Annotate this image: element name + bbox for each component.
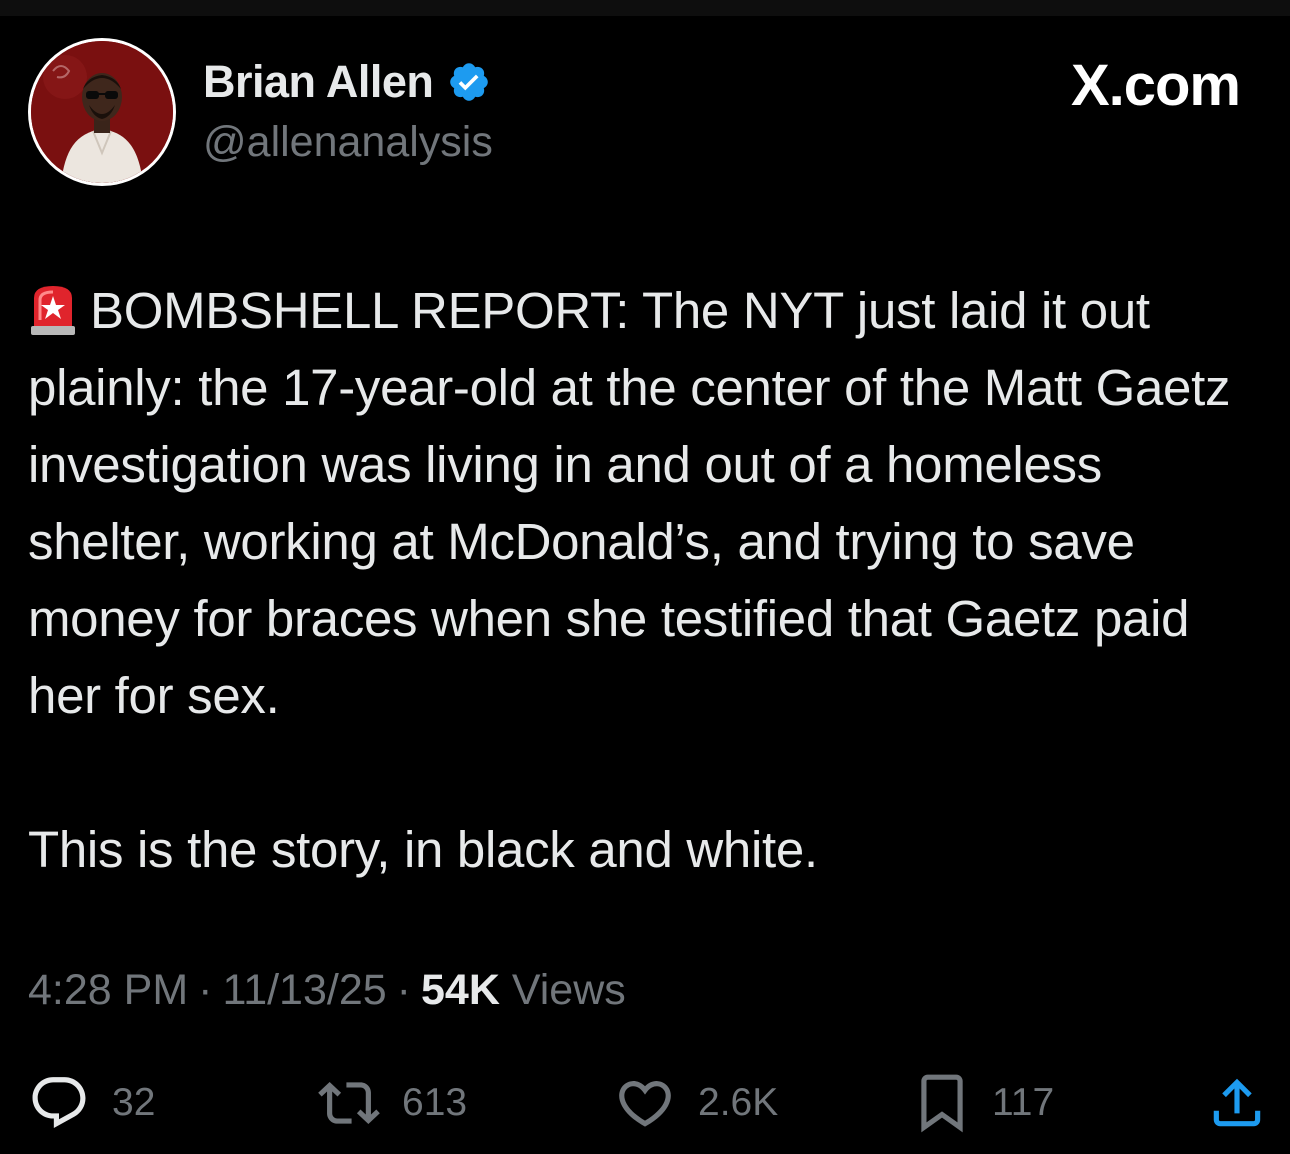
views-label: Views <box>511 966 626 1014</box>
bookmark-button[interactable]: 117 <box>914 1068 1054 1138</box>
reply-icon <box>28 1072 90 1134</box>
like-button[interactable]: 2.6K <box>614 1068 778 1138</box>
top-strip <box>0 0 1290 16</box>
avatar-photo <box>31 41 173 183</box>
reply-count: 32 <box>112 1081 156 1124</box>
heart-icon <box>614 1072 676 1134</box>
tweet-text: BOMBSHELL REPORT: The NYT just laid it o… <box>28 272 1268 888</box>
tweet-paragraph-1: BOMBSHELL REPORT: The NYT just laid it o… <box>28 272 1268 734</box>
avatar[interactable] <box>28 38 176 186</box>
like-count: 2.6K <box>698 1081 779 1124</box>
tweet-time[interactable]: 4:28 PM <box>28 966 188 1014</box>
tweet-meta: 4:28 PM · 11/13/25 · 54K Views <box>28 966 626 1015</box>
reply-button[interactable]: 32 <box>28 1068 155 1138</box>
tweet-actions: 32 613 2.6K 117 <box>0 1068 1290 1138</box>
author-name-row: Brian Allen <box>203 52 491 112</box>
tweet-date[interactable]: 11/13/25 <box>222 966 386 1014</box>
police-car-light-icon <box>28 280 78 336</box>
bookmark-icon <box>914 1072 970 1134</box>
meta-separator: · <box>198 966 213 1014</box>
author-name[interactable]: Brian Allen <box>203 56 434 108</box>
share-icon <box>1206 1072 1268 1134</box>
author-handle[interactable]: @allenanalysis <box>203 118 493 167</box>
verified-badge-icon[interactable] <box>447 60 491 104</box>
repost-button[interactable]: 613 <box>318 1068 467 1138</box>
bookmark-count: 117 <box>992 1081 1055 1124</box>
share-button[interactable] <box>1206 1068 1268 1138</box>
repost-icon <box>318 1072 380 1134</box>
tweet-paragraph-2: This is the story, in black and white. <box>28 821 818 878</box>
repost-count: 613 <box>402 1081 468 1124</box>
tweet-paragraph-1-text: BOMBSHELL REPORT: The NYT just laid it o… <box>28 282 1231 724</box>
meta-separator: · <box>396 966 411 1014</box>
views-count: 54K <box>421 966 500 1014</box>
site-label: X.com <box>1070 53 1241 118</box>
